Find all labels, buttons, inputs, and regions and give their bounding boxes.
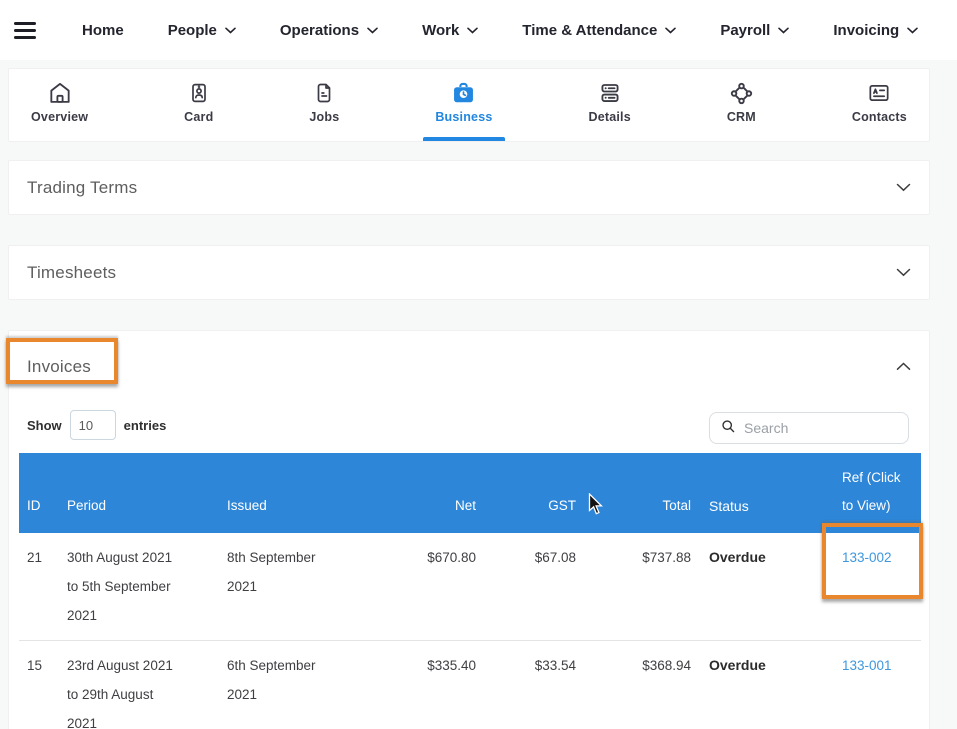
tab-contacts[interactable]: Contacts: [836, 69, 923, 141]
cell-issued: 8th September 2021: [219, 543, 354, 630]
status-badge: Overdue: [699, 543, 794, 630]
active-tab-underline: [423, 137, 504, 141]
tab-label: Card: [184, 110, 213, 124]
trading-terms-header[interactable]: Trading Terms: [9, 161, 929, 214]
record-tab-bar: Overview Card Jobs Business Details CRM …: [8, 68, 930, 142]
chevron-down-icon[interactable]: [896, 179, 911, 197]
id-badge-icon: [187, 79, 211, 107]
tab-label: CRM: [727, 110, 756, 124]
section-title: Timesheets: [27, 263, 116, 283]
invoice-ref-link[interactable]: 133-002: [842, 550, 892, 565]
table-row: 21 30th August 2021 to 5th September 202…: [19, 533, 921, 641]
top-navigation: Home People Operations Work Time & Atten…: [0, 0, 957, 60]
search-box[interactable]: [709, 412, 909, 444]
column-header-net[interactable]: Net: [354, 492, 484, 533]
cell-issued: 6th September 2021: [219, 651, 354, 729]
network-icon: [728, 79, 755, 107]
document-icon: [312, 79, 336, 107]
briefcase-icon: [450, 79, 477, 107]
cell-total: $737.88: [584, 543, 699, 630]
home-icon: [47, 79, 73, 107]
tab-crm[interactable]: CRM: [711, 69, 772, 141]
cell-total: $368.94: [584, 651, 699, 729]
entries-label: entries: [124, 418, 167, 433]
cell-id: 15: [19, 651, 59, 729]
invoices-section: Invoices Show entries ID Period Issued N…: [8, 330, 930, 729]
section-title: Invoices: [27, 357, 91, 377]
tab-label: Contacts: [852, 110, 907, 124]
section-title: Trading Terms: [27, 178, 137, 198]
search-input[interactable]: [744, 420, 894, 436]
column-header-id[interactable]: ID: [19, 492, 59, 533]
chevron-down-icon: [665, 27, 676, 34]
nav-item-time-attendance[interactable]: Time & Attendance: [522, 22, 676, 39]
nav-item-people[interactable]: People: [168, 22, 236, 39]
chevron-down-icon: [778, 27, 789, 34]
status-badge: Overdue: [699, 651, 794, 729]
column-header-issued[interactable]: Issued: [219, 492, 354, 533]
column-header-period[interactable]: Period: [59, 492, 219, 533]
chevron-down-icon: [225, 27, 236, 34]
hamburger-menu-icon[interactable]: [14, 22, 36, 39]
nav-item-operations[interactable]: Operations: [280, 22, 378, 39]
nav-item-work[interactable]: Work: [422, 22, 478, 39]
tab-jobs[interactable]: Jobs: [293, 69, 355, 141]
tab-business[interactable]: Business: [419, 69, 508, 141]
tab-details[interactable]: Details: [572, 69, 646, 141]
cell-gst: $33.54: [484, 651, 584, 729]
invoices-header[interactable]: Invoices: [19, 339, 919, 395]
invoice-ref-link[interactable]: 133-001: [842, 658, 892, 673]
tab-label: Jobs: [309, 110, 339, 124]
column-header-total[interactable]: Total: [584, 492, 699, 533]
timesheets-section: Timesheets: [8, 245, 930, 300]
nav-item-payroll[interactable]: Payroll: [720, 22, 789, 39]
chevron-down-icon: [367, 27, 378, 34]
tab-label: Overview: [31, 110, 88, 124]
cell-gst: $67.08: [484, 543, 584, 630]
trading-terms-section: Trading Terms: [8, 160, 930, 215]
column-header-gst[interactable]: GST: [484, 492, 584, 533]
show-label: Show: [27, 418, 62, 433]
invoices-table: ID Period Issued Net GST Total Status Re…: [19, 453, 921, 729]
table-row: 15 23rd August 2021 to 29th August 2021 …: [19, 641, 921, 729]
cell-period: 23rd August 2021 to 29th August 2021: [59, 651, 219, 729]
cell-period: 30th August 2021 to 5th September 2021: [59, 543, 219, 630]
chevron-up-icon[interactable]: [896, 358, 911, 376]
chevron-down-icon[interactable]: [896, 264, 911, 282]
nav-item-invoicing[interactable]: Invoicing: [833, 22, 918, 39]
search-icon: [720, 418, 736, 439]
tab-label: Business: [435, 110, 492, 124]
chevron-down-icon: [467, 27, 478, 34]
contact-card-icon: [866, 79, 892, 107]
cell-net: $335.40: [354, 651, 484, 729]
chevron-down-icon: [907, 27, 918, 34]
column-header-status[interactable]: Status: [699, 492, 794, 533]
table-controls: Show entries: [27, 410, 911, 444]
tab-card[interactable]: Card: [168, 69, 229, 141]
tab-label: Details: [588, 110, 630, 124]
nav-item-home[interactable]: Home: [82, 22, 124, 39]
table-header-row: ID Period Issued Net GST Total Status Re…: [19, 453, 921, 533]
server-stack-icon: [597, 79, 623, 107]
cell-net: $670.80: [354, 543, 484, 630]
column-header-ref[interactable]: Ref (Click to View): [794, 464, 921, 533]
timesheets-header[interactable]: Timesheets: [9, 246, 929, 299]
entries-count-input[interactable]: [70, 410, 116, 440]
cell-id: 21: [19, 543, 59, 630]
tab-overview[interactable]: Overview: [15, 69, 104, 141]
